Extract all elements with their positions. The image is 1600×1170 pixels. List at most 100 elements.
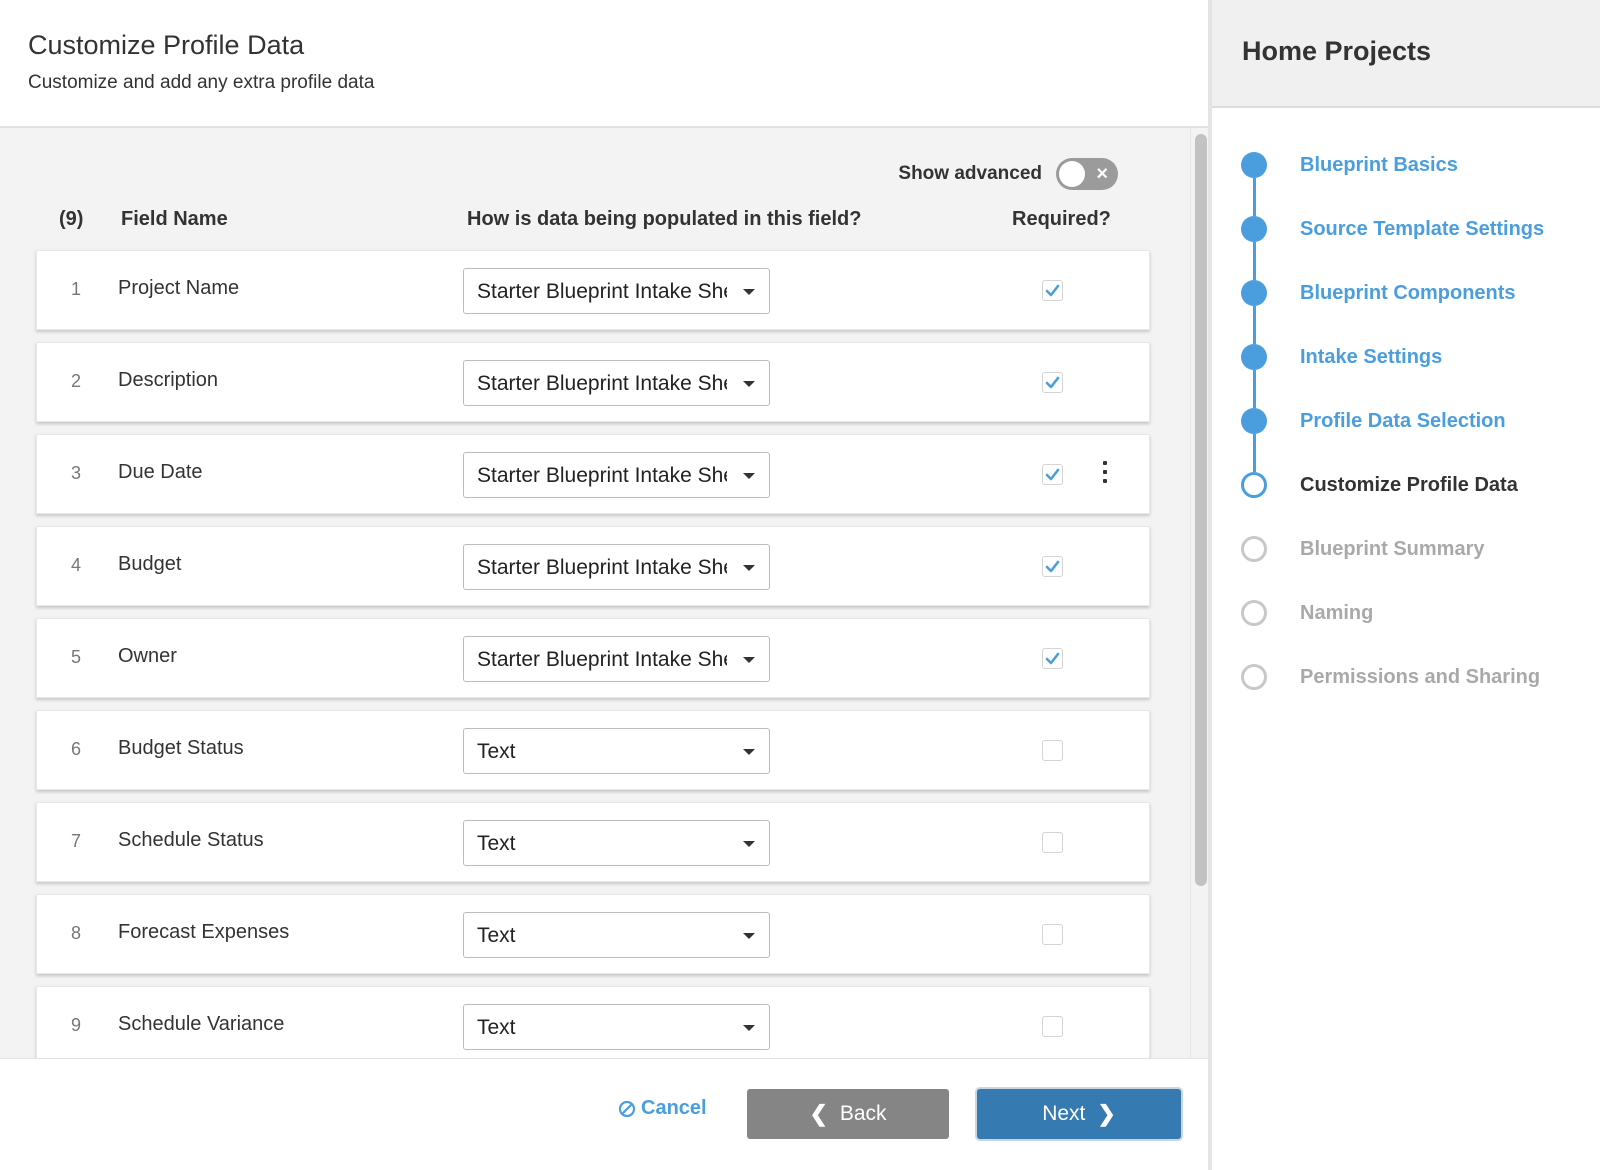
wizard-step[interactable]: Customize Profile Data	[1212, 460, 1600, 524]
population-select-value: Starter Blueprint Intake Sheet	[477, 372, 727, 395]
population-select[interactable]: Starter Blueprint Intake Sheet	[463, 452, 770, 498]
cancel-button[interactable]: Cancel	[618, 1097, 707, 1120]
main-panel: Customize Profile Data Customize and add…	[0, 0, 1208, 1170]
population-select-value: Text	[477, 740, 516, 763]
field-name: Project Name	[118, 277, 240, 299]
step-label: Blueprint Basics	[1300, 154, 1458, 176]
wizard-step[interactable]: Profile Data Selection	[1212, 396, 1600, 472]
population-select[interactable]: Text	[463, 912, 770, 958]
wizard-step[interactable]: Permissions and Sharing	[1212, 652, 1600, 716]
required-checkbox[interactable]	[1042, 464, 1063, 485]
field-row: 6 Budget Status Text	[36, 710, 1150, 790]
row-number: 6	[71, 739, 82, 759]
checkmark-icon	[1045, 376, 1060, 389]
back-label: Back	[839, 1102, 887, 1125]
step-label: Blueprint Summary	[1300, 538, 1485, 560]
required-checkbox[interactable]	[1042, 556, 1063, 577]
field-name: Schedule Variance	[118, 1013, 285, 1035]
page-title: Customize Profile Data	[28, 30, 305, 60]
wizard-step[interactable]: Source Template Settings	[1212, 204, 1600, 280]
field-row: 4 Budget Starter Blueprint Intake Sheet	[36, 526, 1150, 606]
step-label: Naming	[1300, 602, 1374, 624]
required-checkbox[interactable]	[1042, 924, 1063, 945]
population-select[interactable]: Text	[463, 820, 770, 866]
checkmark-icon	[1045, 652, 1060, 665]
scrollbar-thumb[interactable]	[1195, 134, 1207, 886]
caret-down-icon	[743, 841, 755, 847]
step-done-icon	[1241, 344, 1267, 370]
step-label: Source Template Settings	[1300, 218, 1545, 240]
step-todo-icon	[1241, 536, 1267, 562]
more-options-icon[interactable]	[1097, 461, 1113, 483]
wizard-step[interactable]: Blueprint Components	[1212, 268, 1600, 344]
step-label: Customize Profile Data	[1300, 474, 1518, 496]
caret-down-icon	[743, 289, 755, 295]
population-select-value: Starter Blueprint Intake Sheet	[477, 464, 727, 487]
wizard-step[interactable]: Blueprint Basics	[1212, 140, 1600, 216]
app: Customize Profile Data Customize and add…	[0, 0, 1600, 1170]
checkmark-icon	[1045, 284, 1060, 297]
population-select-value: Starter Blueprint Intake Sheet	[477, 556, 727, 579]
required-checkbox[interactable]	[1042, 832, 1063, 853]
toggle-knob	[1059, 161, 1085, 187]
field-row: 3 Due Date Starter Blueprint Intake Sheet	[36, 434, 1150, 514]
required-checkbox[interactable]	[1042, 648, 1063, 669]
caret-down-icon	[743, 381, 755, 387]
step-label: Blueprint Components	[1300, 282, 1516, 304]
footer: Cancel ❮ Back Next ❯	[0, 1058, 1208, 1170]
population-select[interactable]: Text	[463, 728, 770, 774]
caret-down-icon	[743, 1025, 755, 1031]
field-row: 2 Description Starter Blueprint Intake She…	[36, 342, 1150, 422]
field-row: 7 Schedule Status Text	[36, 802, 1150, 882]
field-row: 5 Owner Starter Blueprint Intake Sheet	[36, 618, 1150, 698]
population-select[interactable]: Starter Blueprint Intake Sheet	[463, 360, 770, 406]
required-checkbox[interactable]	[1042, 740, 1063, 761]
row-number: 7	[71, 831, 82, 851]
step-done-icon	[1241, 152, 1267, 178]
caret-down-icon	[743, 473, 755, 479]
required-checkbox[interactable]	[1042, 372, 1063, 393]
checkmark-icon	[1045, 468, 1060, 481]
step-done-icon	[1241, 280, 1267, 306]
field-name: Forecast Expenses	[118, 921, 290, 943]
page-header: Customize Profile Data Customize and add…	[0, 0, 1208, 128]
population-select[interactable]: Starter Blueprint Intake Sheet	[463, 636, 770, 682]
step-todo-icon	[1241, 664, 1267, 690]
back-button[interactable]: ❮ Back	[747, 1089, 949, 1139]
step-label: Intake Settings	[1300, 346, 1443, 368]
sidebar-title: Home Projects	[1242, 36, 1432, 66]
row-number: 9	[71, 1015, 82, 1035]
row-number: 3	[71, 463, 82, 483]
field-row: 8 Forecast Expenses Text	[36, 894, 1150, 974]
close-icon: ×	[1096, 163, 1108, 185]
next-button[interactable]: Next ❯	[977, 1089, 1181, 1139]
cancel-icon	[618, 1100, 636, 1117]
column-header-field-name: Field Name	[121, 208, 228, 230]
field-name: Schedule Status	[118, 829, 264, 851]
field-name: Budget	[118, 553, 182, 575]
wizard-sidebar: Home Projects Blueprint Basics Source Tem…	[1208, 0, 1600, 1170]
column-header-required: Required?	[1012, 208, 1111, 230]
page-subtitle: Customize and add any extra profile data	[28, 72, 375, 93]
population-select[interactable]: Text	[463, 1004, 770, 1050]
population-select[interactable]: Starter Blueprint Intake Sheet	[463, 268, 770, 314]
step-todo-icon	[1241, 600, 1267, 626]
required-checkbox[interactable]	[1042, 1016, 1063, 1037]
population-select-value: Text	[477, 832, 516, 855]
row-number: 1	[71, 279, 82, 299]
caret-down-icon	[743, 933, 755, 939]
field-name: Description	[118, 369, 219, 391]
show-advanced-label: Show advanced	[898, 163, 1042, 184]
chevron-right-icon: ❯	[1097, 1101, 1116, 1126]
show-advanced-toggle[interactable]: ×	[1056, 158, 1118, 190]
step-done-icon	[1241, 216, 1267, 242]
cancel-label: Cancel	[641, 1097, 707, 1119]
population-select-value: Starter Blueprint Intake Sheet	[477, 648, 727, 671]
required-checkbox[interactable]	[1042, 280, 1063, 301]
population-select[interactable]: Starter Blueprint Intake Sheet	[463, 544, 770, 590]
wizard-step[interactable]: Naming	[1212, 588, 1600, 652]
wizard-step[interactable]: Intake Settings	[1212, 332, 1600, 408]
column-header-population: How is data being populated in this fiel…	[467, 208, 862, 230]
scrollbar[interactable]	[1190, 128, 1208, 1058]
wizard-step[interactable]: Blueprint Summary	[1212, 524, 1600, 588]
